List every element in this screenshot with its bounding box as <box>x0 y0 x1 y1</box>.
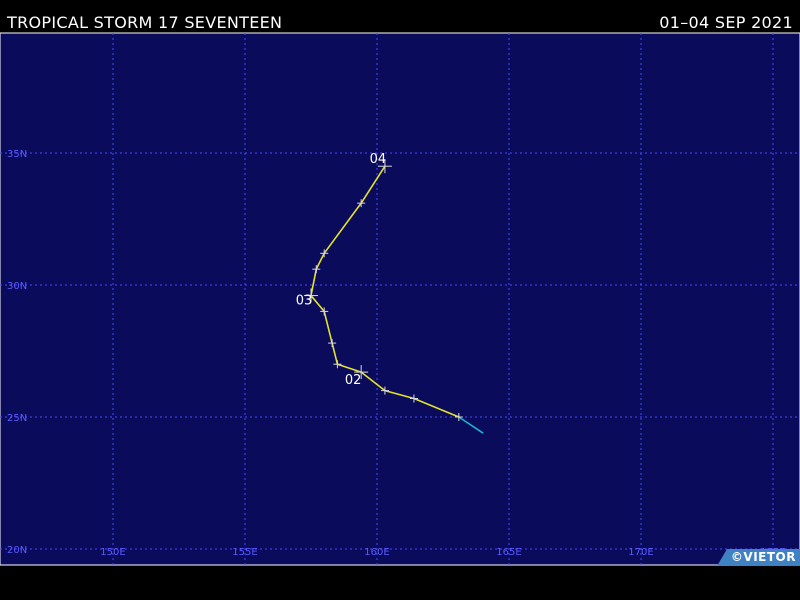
lon-label: 150E <box>100 547 125 558</box>
lon-label: 165E <box>496 547 521 558</box>
lon-label: 160E <box>364 547 389 558</box>
lon-label: 170E <box>628 547 653 558</box>
lat-label: 25N <box>7 413 27 424</box>
lon-label: 155E <box>232 547 257 558</box>
map-background <box>0 32 800 566</box>
lat-label: 35N <box>7 149 27 160</box>
lat-label: 20N <box>7 545 27 556</box>
credit-text: ©VIETOR <box>730 550 796 564</box>
day-label: 04 <box>370 152 387 167</box>
day-label: 02 <box>345 373 362 388</box>
lat-label: 30N <box>7 281 27 292</box>
credit-badge: ©VIETOR <box>717 549 800 566</box>
track-map: 20N25N30N35N150E155E160E165E170E175E 020… <box>0 32 800 566</box>
day-label: 03 <box>296 294 313 309</box>
